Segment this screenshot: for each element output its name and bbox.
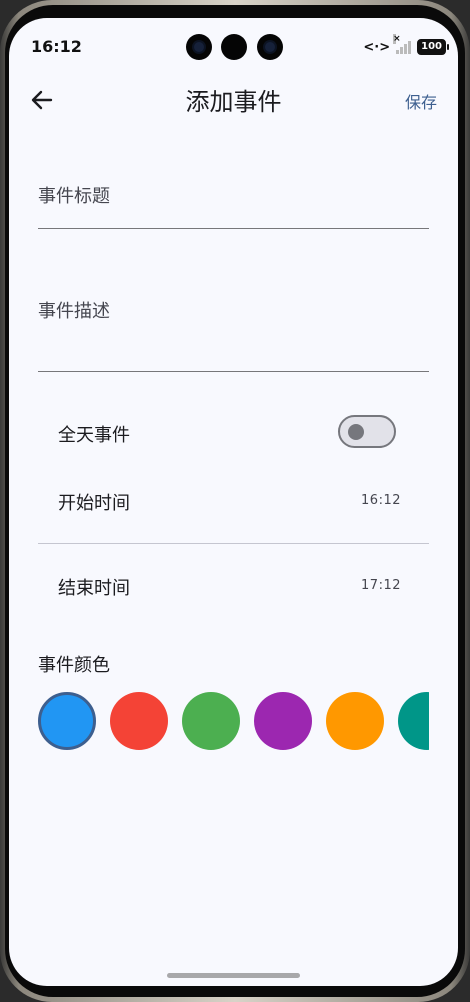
color-picker (38, 692, 429, 750)
color-swatch[interactable] (38, 692, 96, 750)
color-swatch[interactable] (326, 692, 384, 750)
start-time-value: 16:12 (361, 493, 401, 508)
status-icons: <·> × 100 (363, 34, 449, 55)
event-title-field[interactable]: 事件标题 (38, 168, 429, 229)
event-title-label: 事件标题 (38, 186, 110, 207)
end-time-label: 结束时间 (58, 578, 130, 599)
home-indicator[interactable] (167, 973, 300, 978)
screen: 16:12 <·> × 100 添加事件 保存 事件标题 事件描述 全天事件 开… (9, 18, 458, 986)
event-description-label: 事件描述 (38, 301, 110, 322)
color-swatch[interactable] (254, 692, 312, 750)
event-description-field[interactable]: 事件描述 (38, 283, 429, 372)
all-day-row[interactable]: 全天事件 (38, 413, 429, 453)
front-camera-icon (186, 34, 212, 60)
page-title: 添加事件 (185, 88, 282, 116)
color-swatch[interactable] (398, 692, 429, 750)
all-day-label: 全天事件 (58, 425, 130, 446)
switch-thumb (348, 424, 364, 440)
data-transfer-icon: <·> (363, 39, 391, 55)
start-time-row[interactable]: 开始时间 16:12 (38, 478, 429, 524)
start-time-label: 开始时间 (58, 493, 130, 514)
signal-icon: × (393, 34, 412, 54)
all-day-switch[interactable] (338, 415, 396, 448)
end-time-row[interactable]: 结束时间 17:12 (38, 563, 429, 609)
status-time: 16:12 (31, 37, 82, 56)
front-camera-icon (257, 34, 283, 60)
end-time-value: 17:12 (361, 578, 401, 593)
sensor-icon (221, 34, 247, 60)
save-button[interactable]: 保存 (405, 89, 437, 113)
color-swatch[interactable] (110, 692, 168, 750)
battery-icon: 100 (417, 39, 449, 55)
event-color-heading: 事件颜色 (38, 655, 110, 676)
divider (38, 543, 429, 544)
color-swatch[interactable] (182, 692, 240, 750)
